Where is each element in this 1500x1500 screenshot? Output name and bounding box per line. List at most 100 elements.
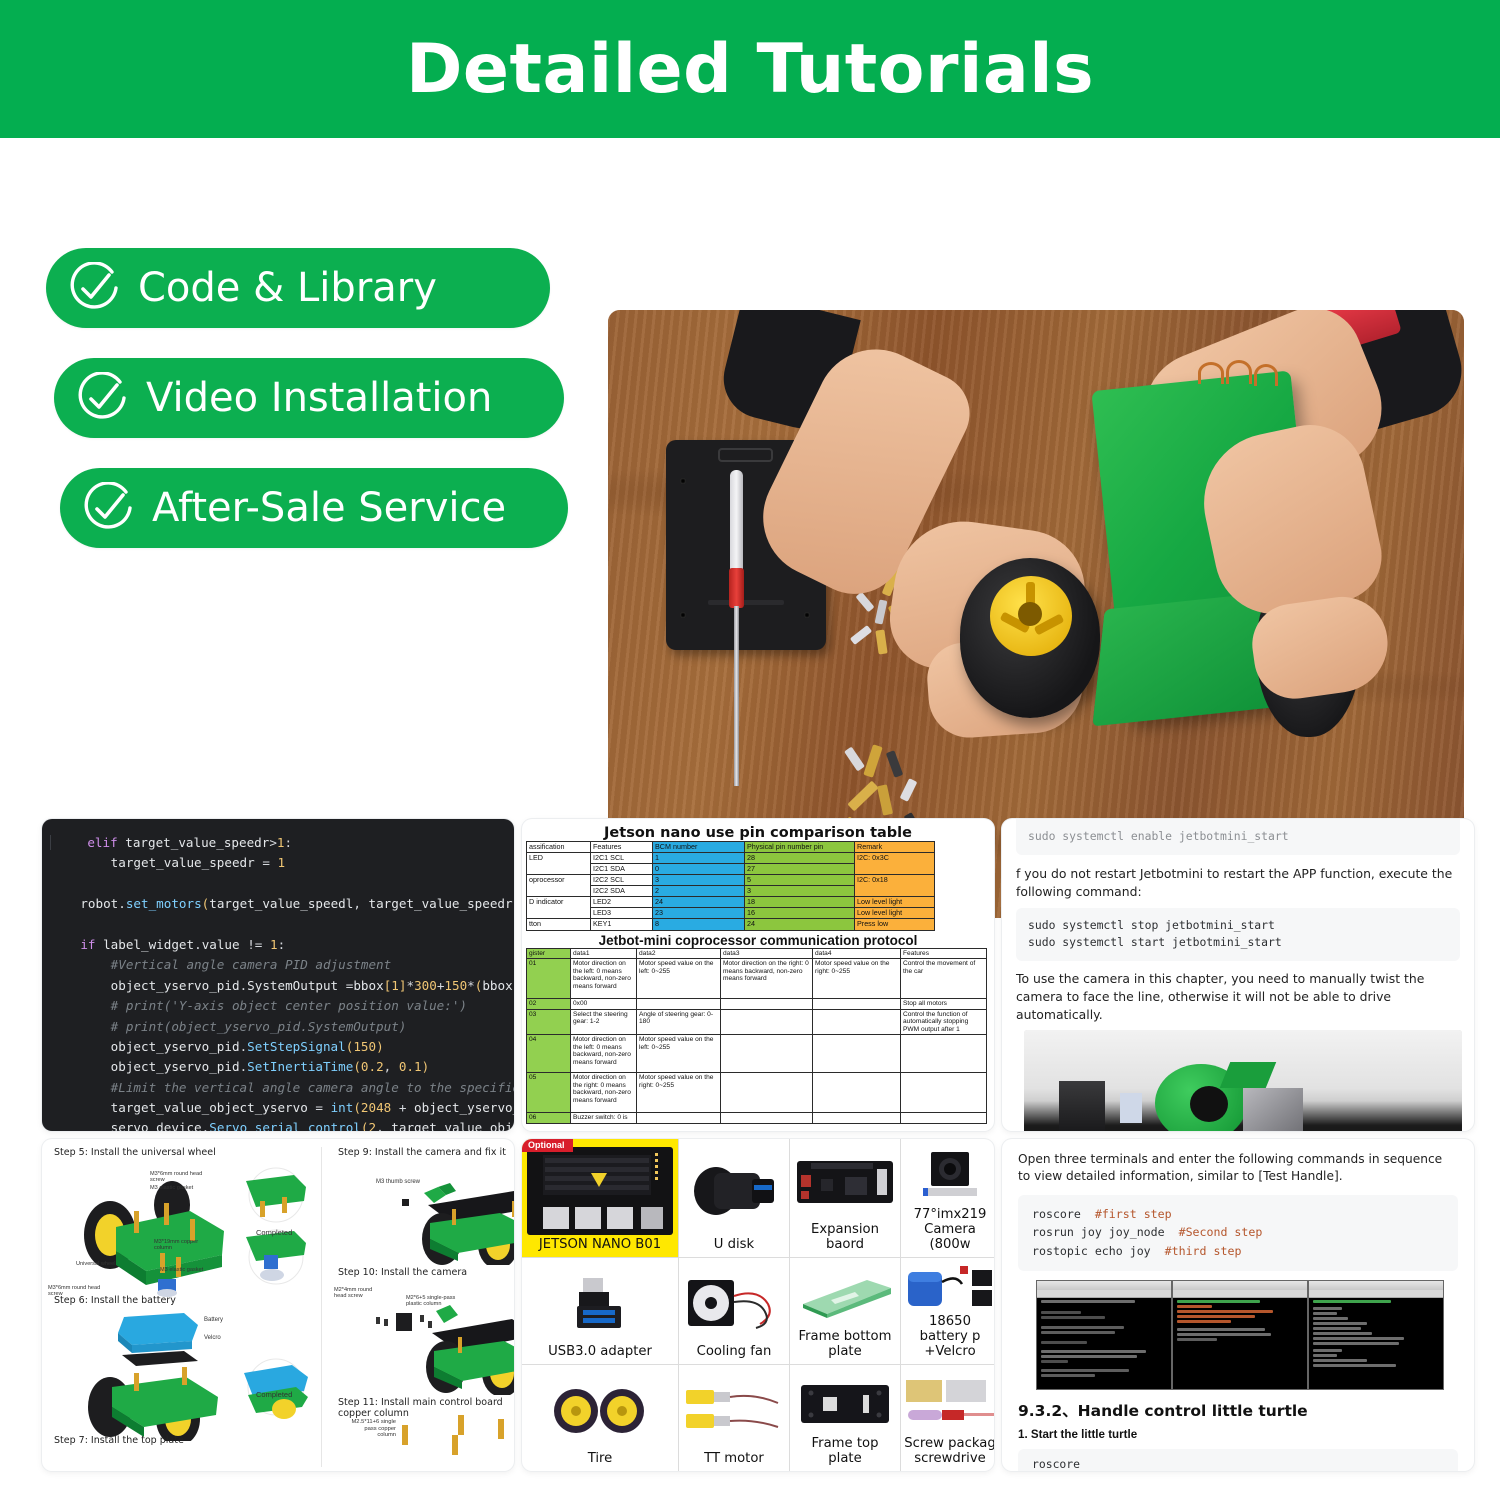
parts-catalog-card[interactable]: Optional JETSON NANO B01 U disk Expansio…	[522, 1139, 994, 1471]
pin-comparison-table: assification Features BCM number Physica…	[526, 840, 935, 931]
assembly-step-title: Step 10: Install the camera	[338, 1267, 468, 1278]
assembly-part-label: M2*4mm round head screw	[334, 1287, 373, 1300]
frame-bottom-plate-icon	[793, 1264, 897, 1329]
feature-badge-list: Code & Library Video Installation After-…	[46, 248, 568, 548]
terminal-guide-card[interactable]: Open three terminals and enter the follo…	[1002, 1139, 1474, 1471]
section-list-item: 1. Start the little turtle	[1018, 1428, 1138, 1441]
feature-badge-code-library[interactable]: Code & Library	[46, 248, 550, 328]
protocol-table: gister data1 data2 data3 data4 Features …	[526, 947, 987, 1124]
screwdriver-object	[729, 470, 744, 786]
table-header-row: assification Features BCM number Physica…	[526, 840, 935, 854]
table1-title: Jetson nano use pin comparison table	[604, 825, 912, 841]
part-cell-u-disk[interactable]: U disk	[679, 1139, 790, 1259]
check-circle-icon	[70, 262, 118, 309]
part-label: TT motor	[704, 1450, 764, 1466]
command-line: sudo systemctl stop jetbotmini_start	[1028, 917, 1275, 932]
documentation-card[interactable]: sudo systemctl enable jetbotmini_start f…	[1002, 819, 1474, 1131]
command-line: rostopic echo joy #third step	[1032, 1242, 1444, 1261]
command-line: rosrun joy joy_node #Second step	[1032, 1223, 1444, 1242]
terminal-command-block: roscore #first step rosrun joy joy_node …	[1018, 1194, 1458, 1271]
page-header: Detailed Tutorials	[0, 0, 1500, 138]
table-row: tton KEY1 8 24 Press low	[526, 918, 935, 931]
table-row: 01 Motor direction on the left: 0 means b…	[526, 958, 987, 1000]
page-title: Detailed Tutorials	[405, 29, 1095, 109]
command-text: roscore	[1032, 1206, 1081, 1221]
usb-adapter-icon	[525, 1264, 675, 1344]
command-comment: #first step	[1094, 1206, 1172, 1221]
part-cell-battery[interactable]: 18650 battery p +Velcro	[901, 1258, 994, 1366]
command-line: sudo systemctl start jetbotmini_start	[1028, 935, 1282, 950]
table-row: 04 Motor direction on the left: 0 means b…	[526, 1034, 987, 1074]
assembly-step-title: Step 5: Install the universal wheel	[54, 1147, 216, 1158]
part-label: 77°imx219 Camera (800w	[913, 1206, 987, 1252]
table-row: 02 0x00 Stop all motors	[526, 998, 987, 1010]
assembly-part-label: Battery	[204, 1317, 224, 1323]
terminal-window-3	[1308, 1280, 1444, 1390]
part-label: Frame top plate	[811, 1435, 879, 1466]
part-label: JETSON NANO B01	[538, 1237, 662, 1252]
assembly-step-title: Step 7: Install the top plate	[54, 1435, 184, 1446]
doc-paragraph-1: f you do not restart Jetbotmini to resta…	[1016, 865, 1453, 899]
tire-in-hand	[960, 558, 1100, 718]
part-label: USB3.0 adapter	[548, 1344, 652, 1360]
command-text: rosrun joy joy_node	[1032, 1225, 1165, 1240]
completed-label: Completed	[256, 1390, 293, 1399]
part-cell-jetson-nano[interactable]: JETSON NANO B01	[522, 1139, 679, 1259]
part-cell-expansion-board[interactable]: Expansion baord	[790, 1139, 901, 1259]
tire-icon	[525, 1371, 675, 1451]
assembly-part-label: M3 thumb screw	[376, 1179, 421, 1185]
feature-badge-video-installation[interactable]: Video Installation	[54, 358, 564, 438]
pin-table-card[interactable]: Jetson nano use pin comparison table ass…	[522, 819, 994, 1131]
part-cell-tire[interactable]: Tire	[522, 1365, 679, 1471]
assembly-part-label: M2.5*11+6 single pass copper column	[351, 1419, 396, 1439]
parts-grid: JETSON NANO B01 U disk Expansion baord 7…	[522, 1139, 994, 1471]
command-comment: #Second step	[1178, 1225, 1263, 1240]
part-cell-frame-top-plate[interactable]: Frame top plate	[790, 1365, 901, 1471]
section-command-block: roscore	[1018, 1449, 1458, 1471]
frame-top-plate-icon	[793, 1371, 897, 1436]
copper-wire	[1198, 362, 1224, 384]
part-cell-frame-bottom-plate[interactable]: Frame bottom plate	[790, 1258, 901, 1366]
wheel-hub	[990, 576, 1072, 656]
doc-paragraph-2: To use the camera in this chapter, you n…	[1016, 970, 1425, 1022]
terminal-paragraph: Open three terminals and enter the follo…	[1018, 1152, 1443, 1184]
code-block: elif target_value_speedr>1: target_value…	[50, 835, 514, 1131]
assembly-steps-card[interactable]: Step 5: Install the universal wheel M3*6…	[42, 1139, 514, 1471]
check-circle-icon	[78, 372, 126, 419]
screw-package-icon	[904, 1371, 994, 1436]
camera-closeup-image	[1024, 1029, 1462, 1131]
part-cell-tt-motor[interactable]: TT motor	[679, 1365, 790, 1471]
usb-drive-icon	[682, 1145, 786, 1237]
battery-icon	[904, 1264, 994, 1314]
assembly-part-label: M3 elastic gasket	[150, 1185, 194, 1191]
feature-badge-after-sale-service[interactable]: After-Sale Service	[60, 468, 568, 548]
terminal-window-2	[1172, 1280, 1308, 1390]
copper-wire	[1254, 364, 1278, 386]
th-bcm: BCM number	[652, 840, 745, 854]
th-classification: assification	[526, 840, 591, 854]
part-label: Cooling fan	[696, 1344, 772, 1360]
cooling-fan-icon	[682, 1264, 786, 1344]
part-cell-camera[interactable]: 77°imx219 Camera (800w	[901, 1139, 994, 1259]
assembly-part-label: Velcro	[204, 1335, 221, 1341]
tt-motor-icon	[682, 1371, 786, 1451]
section-title: 9.3.2、Handle control little turtle	[1018, 1402, 1308, 1420]
hero-section: Code & Library Video Installation After-…	[0, 138, 1500, 918]
table-row: D indicator LED2 24 18 Low level light	[526, 896, 935, 920]
part-label: Frame bottom plate	[798, 1329, 892, 1360]
assembly-part-label: M3 elastic gasket	[160, 1267, 204, 1273]
code-preview-card[interactable]: elif target_value_speedr>1: target_value…	[42, 819, 514, 1131]
part-cell-screw-package[interactable]: Screw packag screwdrive	[901, 1365, 994, 1471]
feature-badge-label: Video Installation	[146, 375, 493, 421]
command-comment: #third step	[1164, 1244, 1242, 1259]
th-remark: Remark	[854, 840, 935, 854]
table2-title: Jetbot-mini coprocessor communication pr…	[598, 932, 918, 948]
terminal-window-1	[1036, 1280, 1172, 1390]
table-row: 06 Buzzer switch: 0 is	[526, 1112, 987, 1124]
part-cell-cooling-fan[interactable]: Cooling fan	[679, 1258, 790, 1366]
table-header-row: gister data1 data2 data3 data4 Features	[526, 947, 987, 959]
step11-diagram	[402, 1415, 504, 1455]
step5-completed-thumb	[246, 1167, 306, 1223]
part-cell-usb-adapter[interactable]: USB3.0 adapter	[522, 1258, 679, 1366]
tutorial-preview-grid: elif target_value_speedr>1: target_value…	[0, 815, 1500, 1500]
